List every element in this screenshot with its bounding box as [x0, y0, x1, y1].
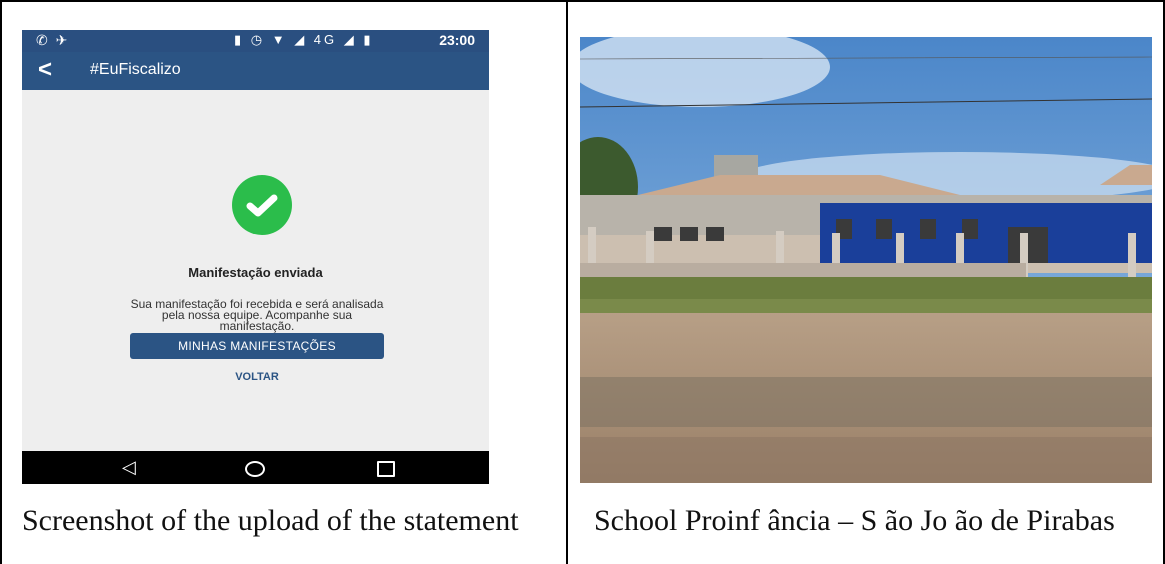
school-photo-drawing: [580, 37, 1152, 483]
back-arrow-icon[interactable]: <: [38, 57, 52, 83]
message-line: manifestação.: [219, 319, 295, 333]
my-statements-button[interactable]: MINHAS MANIFESTAÇÕES: [130, 333, 384, 359]
status-bar: ✆ ✈ ▮ ◷ ▼ ◢ 4G ◢ ▮ 23:00: [22, 30, 489, 52]
table-top-border: [0, 0, 1165, 2]
table-left-border: [0, 0, 2, 564]
table-middle-border: [566, 0, 568, 564]
nav-recent-apps-icon[interactable]: [377, 461, 395, 477]
back-link-button[interactable]: VOLTAR: [202, 371, 312, 383]
status-time: 23:00: [439, 32, 475, 48]
caption-right: School Proinf ância – S ão Jo ão de Pira…: [594, 504, 1115, 537]
nav-back-icon[interactable]: ◁: [122, 457, 136, 478]
status-left-icons: ✆ ✈: [36, 32, 70, 48]
android-nav-bar: ◁: [22, 451, 489, 484]
app-bar: < #EuFiscalizo: [22, 52, 489, 90]
status-right-icons: ▮ ◷ ▼ ◢ 4G ◢ ▮: [234, 32, 374, 47]
app-title: #EuFiscalizo: [90, 61, 181, 78]
message-body: Sua manifestação foi recebida e será ana…: [52, 298, 462, 333]
phone-screenshot: ✆ ✈ ▮ ◷ ▼ ◢ 4G ◢ ▮ 23:00 < #EuFiscalizo …: [22, 30, 489, 484]
success-check-icon: [232, 175, 292, 235]
message-title: Manifestação enviada: [188, 265, 323, 280]
nav-home-icon[interactable]: [245, 461, 265, 477]
school-photo: [580, 37, 1152, 483]
caption-left: Screenshot of the upload of the statemen…: [22, 504, 519, 537]
